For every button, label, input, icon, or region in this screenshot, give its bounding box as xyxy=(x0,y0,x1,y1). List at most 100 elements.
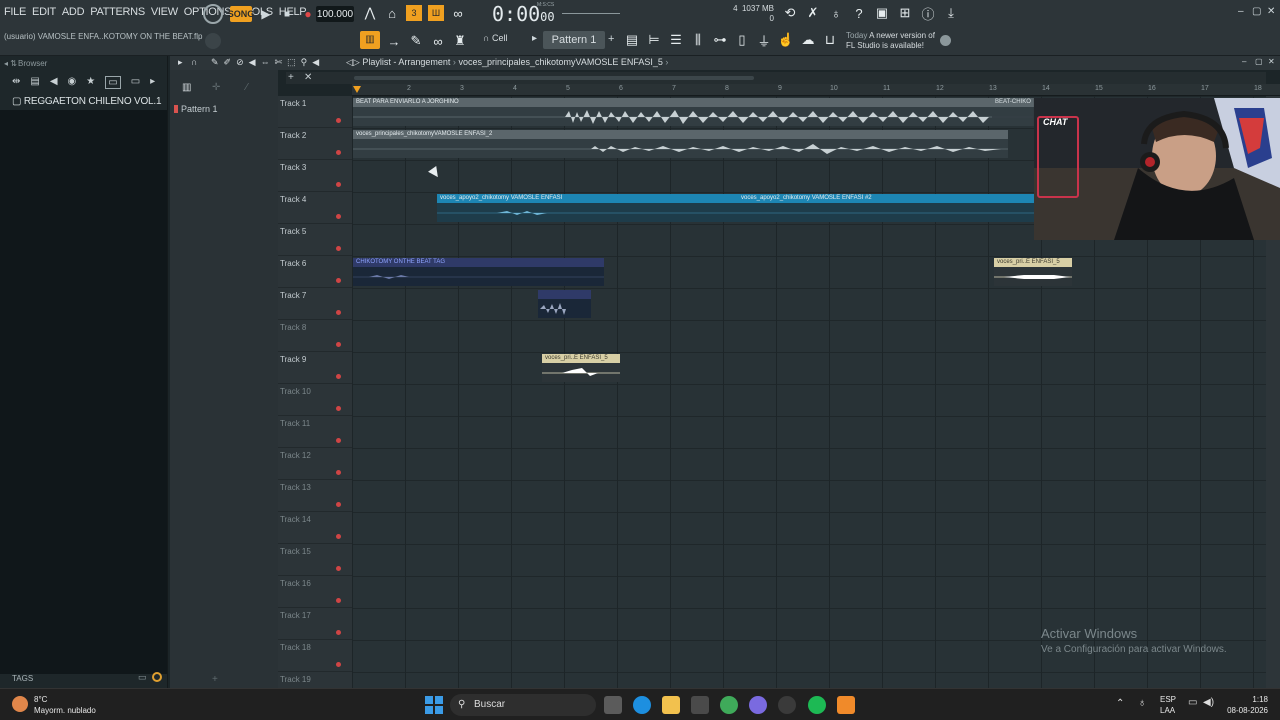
channel-rack-icon[interactable]: ☰ xyxy=(668,32,684,48)
discord-icon[interactable] xyxy=(749,696,767,714)
tools-icon[interactable]: ✗ xyxy=(805,5,821,21)
loop-record-icon[interactable]: ∞ xyxy=(450,5,466,21)
play-mini-icon[interactable]: ▸ xyxy=(178,57,186,67)
audio-clip-track6-b[interactable]: voces_pri..E ENFASI_5 xyxy=(994,258,1072,286)
collapse-icon[interactable]: ⇹ xyxy=(12,76,20,89)
track-header[interactable]: Track 12 xyxy=(278,448,352,480)
song-mode-toggle[interactable]: SONG xyxy=(228,6,254,22)
pattern-view-icon[interactable]: ▥ xyxy=(360,31,380,49)
track-mute-icon[interactable] xyxy=(336,246,341,251)
weather-icon[interactable] xyxy=(12,696,28,712)
track-header[interactable]: Track 16 xyxy=(278,576,352,608)
delete-tool-icon[interactable]: ⊘ xyxy=(236,57,244,68)
stamp-icon[interactable]: ♜ xyxy=(452,33,468,49)
track-mute-icon[interactable] xyxy=(336,310,341,315)
taskbar-clock[interactable]: 1:18 08-08-2026 xyxy=(1220,694,1268,716)
master-volume-slider[interactable] xyxy=(562,13,620,14)
plugin-icon[interactable]: ⊞ xyxy=(897,5,913,21)
clipboard-icon[interactable]: ▯ xyxy=(734,32,750,48)
download-icon[interactable]: ⤓ xyxy=(943,5,959,21)
taskbar-search[interactable]: ⚲ Buscar xyxy=(450,694,596,716)
mixer-icon[interactable]: ⫼ xyxy=(690,32,706,48)
mute-tool-icon[interactable]: ◀ xyxy=(249,57,256,68)
track-mute-icon[interactable] xyxy=(336,630,341,635)
add-clip-icon[interactable]: + xyxy=(212,674,218,685)
playlist-minimize-icon[interactable]: – xyxy=(1242,57,1246,66)
audio-clip-vocals[interactable]: voces_principales_chikotomyVAMOSLE ENFAS… xyxy=(353,130,1008,158)
start-button[interactable] xyxy=(425,696,443,714)
pattern-selector[interactable]: Pattern 1 xyxy=(543,31,605,49)
arrow-right-icon[interactable]: → xyxy=(386,33,402,49)
track-header[interactable]: Track 13 xyxy=(278,480,352,512)
audio-clip-track7[interactable] xyxy=(538,290,591,318)
mic-tray-icon[interactable]: ♁ xyxy=(1138,697,1146,709)
volume-icon[interactable]: ◀) xyxy=(1203,697,1214,708)
zoom-tool-icon[interactable]: ⚲ xyxy=(301,57,308,68)
track-header[interactable]: Track 18 xyxy=(278,640,352,672)
weather-widget[interactable]: 8°C Mayorm. nublado xyxy=(34,694,96,716)
track-mute-icon[interactable] xyxy=(336,598,341,603)
add-pattern-icon[interactable]: + xyxy=(608,33,614,45)
cart-icon[interactable]: ⊔ xyxy=(822,32,838,48)
undo-icon[interactable]: ⟲ xyxy=(782,5,798,21)
track-mute-icon[interactable] xyxy=(336,278,341,283)
save-icon[interactable]: ▣ xyxy=(874,5,890,21)
obs-icon[interactable] xyxy=(778,696,796,714)
audio-clip-apoyo[interactable]: voces_apoyo2_chikotomy VAMOSLE ENFASI xyxy=(437,194,738,222)
track-header[interactable]: Track 15 xyxy=(278,544,352,576)
piano-icon[interactable]: ▥ xyxy=(182,82,191,93)
search-icon[interactable] xyxy=(152,672,162,682)
track-mute-icon[interactable] xyxy=(336,534,341,539)
menu-view[interactable]: VIEW xyxy=(151,6,178,18)
help-icon[interactable]: ? xyxy=(851,5,867,21)
menu-edit[interactable]: EDIT xyxy=(32,6,56,18)
globe-small-icon[interactable]: ◉ xyxy=(68,76,77,89)
language-indicator[interactable]: ESP LAA xyxy=(1160,694,1176,716)
magnet-mini-icon[interactable]: ∩ xyxy=(191,57,200,67)
track-header[interactable]: Track 4 xyxy=(278,192,352,224)
horizontal-scrollbar[interactable] xyxy=(354,76,754,80)
add-track-icon[interactable]: + xyxy=(288,72,294,83)
countdown-icon[interactable]: 3 xyxy=(406,5,422,21)
piano-roll-icon[interactable]: ⊨ xyxy=(646,32,662,48)
track-mute-icon[interactable] xyxy=(336,438,341,443)
audio-clip-tag[interactable]: CHIKOTOMY ONTHE BEAT TAG xyxy=(353,258,604,286)
track-mute-icon[interactable] xyxy=(336,342,341,347)
playhead-marker[interactable] xyxy=(353,86,361,93)
track-header[interactable]: Track 1 xyxy=(278,96,352,128)
tempo-display[interactable]: 100.000 xyxy=(316,6,354,22)
pattern-list-item[interactable]: Pattern 1 xyxy=(174,104,218,114)
track-mute-icon[interactable] xyxy=(336,118,341,123)
pattern-prev-icon[interactable]: ▸ xyxy=(532,33,537,44)
track-mute-icon[interactable] xyxy=(336,150,341,155)
menu-add[interactable]: ADD xyxy=(62,6,85,18)
play-button[interactable]: ▶ xyxy=(256,5,276,23)
track-mute-icon[interactable] xyxy=(336,566,341,571)
plug-icon[interactable]: ⏚ xyxy=(756,32,772,49)
maximize-icon[interactable]: ▢ xyxy=(1252,6,1261,17)
browser-arrows-icon[interactable]: ◂ ⇅ xyxy=(4,59,17,68)
track-mute-icon[interactable] xyxy=(336,662,341,667)
speaker-icon[interactable]: ◀ xyxy=(50,76,58,89)
pitch-knob-icon[interactable] xyxy=(205,33,221,49)
browser-folder-item[interactable]: ▢ REGGAETON CHILENO VOL.1 xyxy=(12,96,162,107)
track-header[interactable]: Track 11 xyxy=(278,416,352,448)
playlist-nav-icon[interactable]: ◁▷ xyxy=(346,57,360,67)
select-tool-icon[interactable]: ⬚ xyxy=(287,57,296,68)
fl-studio-icon[interactable] xyxy=(837,696,855,714)
track-header[interactable]: Track 3 xyxy=(278,160,352,192)
network-icon[interactable]: ▭ xyxy=(1188,697,1197,708)
pencil-icon[interactable]: ✎ xyxy=(408,33,424,49)
browser-tree-icon[interactable]: ⊶ xyxy=(712,32,728,48)
track-header[interactable]: Track 14 xyxy=(278,512,352,544)
spotify-icon[interactable] xyxy=(808,696,826,714)
cloud-icon[interactable]: ☁ xyxy=(800,32,816,48)
track-mute-icon[interactable] xyxy=(336,374,341,379)
draw-tool-icon[interactable]: ✎ xyxy=(211,57,219,68)
mic-icon[interactable]: ♁ xyxy=(828,5,844,21)
info-icon[interactable]: ⓘ xyxy=(920,5,936,22)
playlist-close-icon[interactable]: ✕ xyxy=(1268,57,1275,66)
wait-input-icon[interactable]: ⌂ xyxy=(384,5,400,21)
track-header[interactable]: Track 8 xyxy=(278,320,352,352)
track-mute-icon[interactable] xyxy=(336,406,341,411)
